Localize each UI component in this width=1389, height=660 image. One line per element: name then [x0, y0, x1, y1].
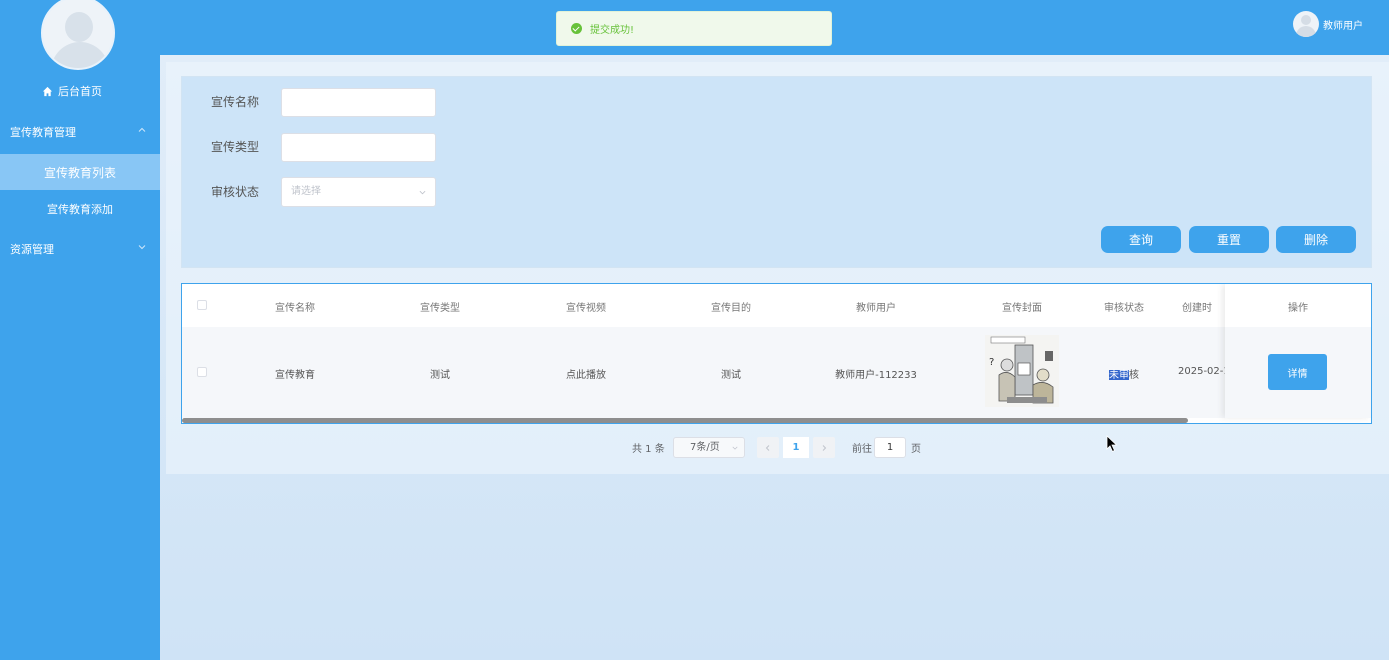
svg-text:?: ? — [989, 357, 994, 368]
column-header: 宣传名称 — [275, 303, 315, 313]
page-size-value: 7条/页 — [690, 442, 720, 453]
page-number-current[interactable]: 1 — [783, 437, 809, 458]
column-header: 教师用户 — [856, 303, 896, 313]
table-header: 宣传名称 宣传类型 宣传视频 宣传目的 教师用户 宣传封面 审核状态 创建时 — [182, 284, 1371, 327]
goto-label: 前往 — [852, 444, 872, 455]
column-header: 宣传封面 — [1002, 303, 1042, 313]
page-size-select[interactable]: 7条/页 — [673, 437, 745, 458]
success-toast: 提交成功! — [556, 11, 832, 46]
sidebar-item-home[interactable]: 后台首页 — [42, 83, 102, 99]
detail-button[interactable]: 详情 — [1268, 354, 1327, 390]
sidebar-item-label: 宣传教育添加 — [47, 203, 113, 216]
column-header: 操作 — [1288, 303, 1308, 314]
delete-button[interactable]: 删除 — [1276, 226, 1356, 253]
user-avatar — [1293, 11, 1319, 37]
cell-status: 未审核 — [1084, 366, 1164, 380]
page-suffix: 页 — [911, 444, 921, 455]
goto-page-input[interactable]: 1 — [874, 437, 906, 458]
sidebar-item-label: 宣传教育列表 — [43, 165, 116, 180]
data-table: 宣传名称 宣传类型 宣传视频 宣传目的 教师用户 宣传封面 审核状态 创建时 宣… — [181, 283, 1372, 424]
reset-button[interactable]: 重置 — [1189, 226, 1269, 253]
chevron-down-icon — [138, 245, 146, 250]
type-input[interactable] — [281, 133, 436, 162]
type-label: 宣传类型 — [211, 140, 260, 154]
prev-page-button[interactable] — [757, 437, 779, 458]
sidebar-group-label: 资源管理 — [10, 243, 54, 256]
sidebar-group-publicity-management[interactable]: 宣传教育管理 — [0, 114, 160, 150]
sidebar-group-label: 宣传教育管理 — [10, 126, 76, 139]
cell-cover-image[interactable]: ? — [985, 335, 1059, 407]
row-checkbox[interactable] — [197, 367, 207, 377]
status-select-placeholder: 请选择 — [291, 186, 321, 197]
cell-purpose: 测试 — [721, 370, 741, 380]
select-all-checkbox[interactable] — [197, 300, 207, 310]
column-header: 宣传目的 — [711, 303, 751, 313]
pagination-total: 共 1 条 — [632, 444, 665, 455]
user-menu[interactable]: 教师用户 — [1293, 11, 1363, 37]
status-label: 审核状态 — [211, 185, 260, 199]
name-input[interactable] — [281, 88, 436, 117]
cell-created: 2025-02-1 — [1178, 366, 1230, 377]
username: 教师用户 — [1323, 20, 1363, 32]
cell-teacher: 教师用户-112233 — [835, 370, 917, 380]
operation-column: 操作 详情 — [1225, 284, 1371, 418]
toast-message: 提交成功! — [590, 25, 635, 36]
sidebar: 后台首页 宣传教育管理 宣传教育列表 宣传教育添加 资源管理 — [0, 0, 160, 660]
table-row: 宣传教育 测试 点此播放 测试 教师用户-112233 ? 未审核 2025-0… — [182, 327, 1371, 418]
query-button[interactable]: 查询 — [1101, 226, 1181, 253]
cell-name: 宣传教育 — [275, 370, 315, 380]
chevron-left-icon — [765, 444, 770, 451]
chevron-up-icon — [138, 127, 146, 132]
chevron-down-icon — [419, 190, 426, 195]
column-header: 宣传类型 — [420, 303, 460, 313]
cell-status-highlight: 未审 — [1109, 370, 1129, 380]
cell-type: 测试 — [430, 370, 450, 380]
column-header: 宣传视频 — [566, 303, 606, 313]
sidebar-item-home-label: 后台首页 — [58, 85, 102, 98]
cover-illustration-icon: ? — [985, 335, 1059, 407]
sidebar-group-resource-management[interactable]: 资源管理 — [0, 231, 160, 267]
horizontal-scrollbar[interactable] — [182, 418, 1188, 423]
chevron-down-icon — [732, 446, 738, 450]
sidebar-item-publicity-add[interactable]: 宣传教育添加 — [0, 191, 160, 227]
success-check-icon — [571, 23, 582, 34]
mouse-cursor-icon — [1106, 435, 1118, 453]
cell-status-rest: 核 — [1129, 370, 1139, 380]
home-icon — [42, 86, 53, 96]
name-label: 宣传名称 — [211, 95, 260, 109]
next-page-button[interactable] — [813, 437, 835, 458]
column-header: 审核状态 — [1104, 303, 1144, 313]
chevron-right-icon — [822, 444, 827, 451]
sidebar-item-publicity-list[interactable]: 宣传教育列表 — [0, 154, 160, 190]
sidebar-avatar — [41, 0, 115, 70]
cell-video-link[interactable]: 点此播放 — [526, 366, 646, 380]
status-select[interactable]: 请选择 — [281, 177, 436, 207]
